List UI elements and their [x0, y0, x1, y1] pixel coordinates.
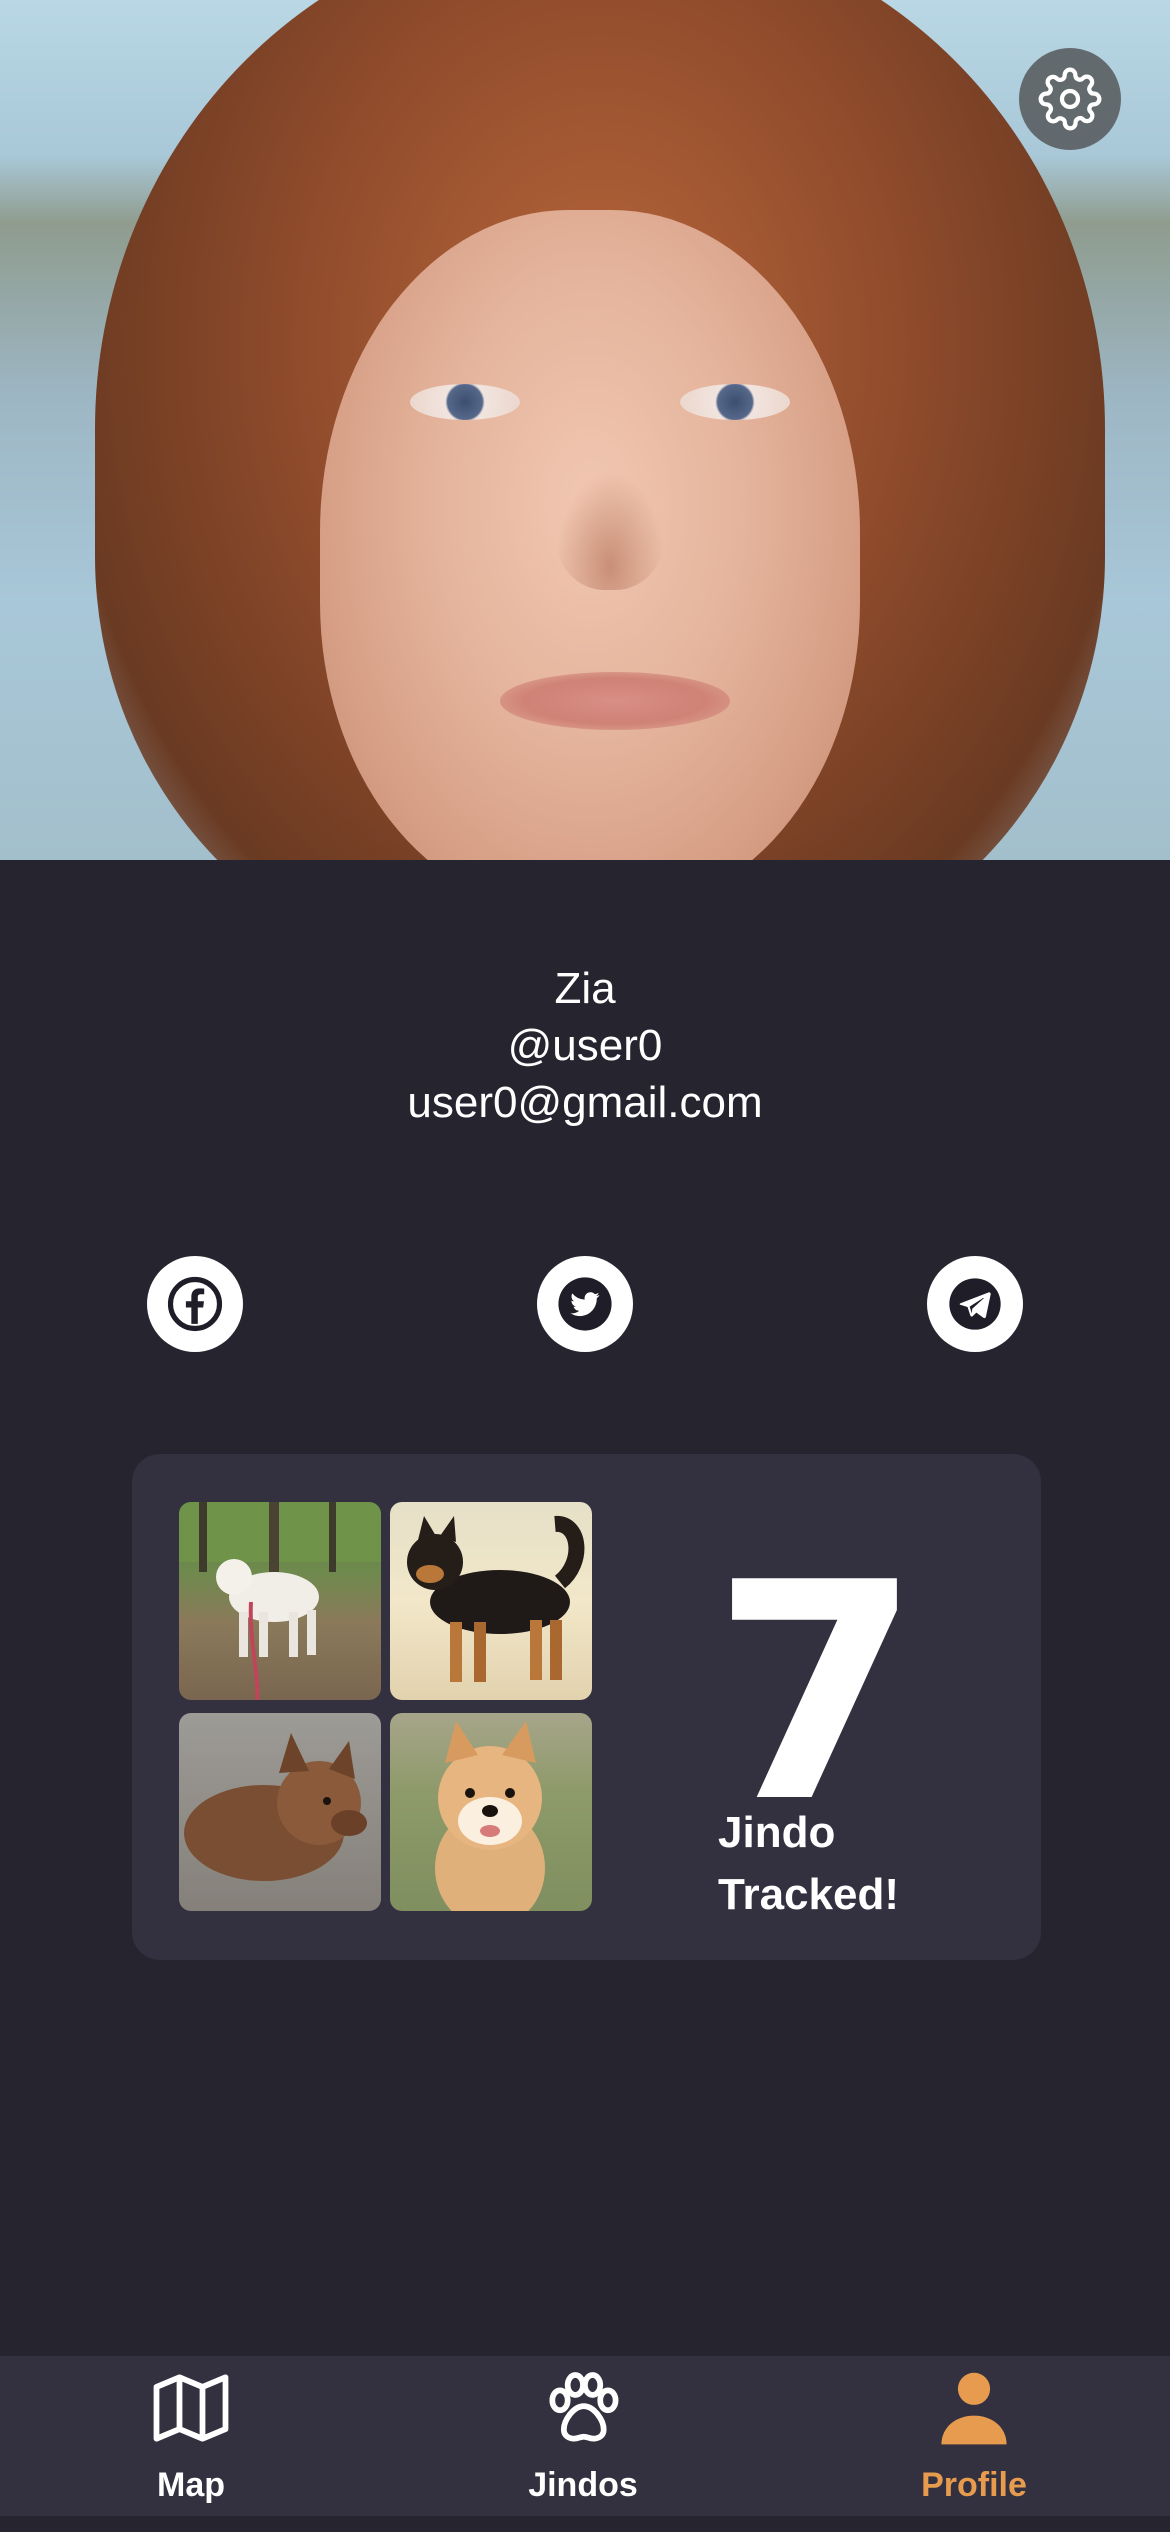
person-icon — [941, 2372, 1007, 2445]
settings-button[interactable] — [1019, 48, 1121, 150]
profile-photo — [0, 0, 1170, 860]
twitter-button[interactable] — [537, 1256, 633, 1352]
jindo-thumbnail[interactable] — [390, 1713, 592, 1911]
tracked-label-line1: Jindo — [718, 1808, 836, 1857]
facebook-icon — [167, 1276, 223, 1332]
map-icon — [153, 2374, 229, 2442]
tab-map-label: Map — [157, 2466, 225, 2504]
tracked-label: Jindo Tracked! — [718, 1802, 978, 1926]
jindo-thumbnail[interactable] — [390, 1502, 592, 1700]
tab-jindos-label: Jindos — [528, 2466, 638, 2504]
tracked-label-line2: Tracked! — [718, 1870, 899, 1919]
telegram-button[interactable] — [927, 1256, 1023, 1352]
jindo-tracked-card[interactable]: 7 Jindo Tracked! — [132, 1454, 1041, 1960]
tab-profile-label: Profile — [921, 2466, 1027, 2504]
profile-email: user0@gmail.com — [407, 1078, 763, 1127]
paw-icon — [549, 2372, 619, 2442]
tab-profile[interactable]: Profile — [844, 2356, 1104, 2516]
tracked-count: 7 — [712, 1519, 921, 1868]
jindo-thumbnail[interactable] — [179, 1713, 381, 1911]
profile-info: Zia @user0 user0@gmail.com — [0, 960, 1170, 1131]
gear-icon — [1038, 67, 1102, 131]
telegram-icon — [949, 1278, 1001, 1330]
twitter-icon — [558, 1277, 612, 1331]
tab-jindos[interactable]: Jindos — [453, 2356, 713, 2516]
facebook-button[interactable] — [147, 1256, 243, 1352]
profile-username: @user0 — [507, 1021, 663, 1070]
tab-map[interactable]: Map — [61, 2356, 321, 2516]
jindo-thumbnail[interactable] — [179, 1502, 381, 1700]
profile-name: Zia — [554, 964, 616, 1013]
bottom-tab-bar: Map Jindos Profile — [0, 2356, 1170, 2516]
